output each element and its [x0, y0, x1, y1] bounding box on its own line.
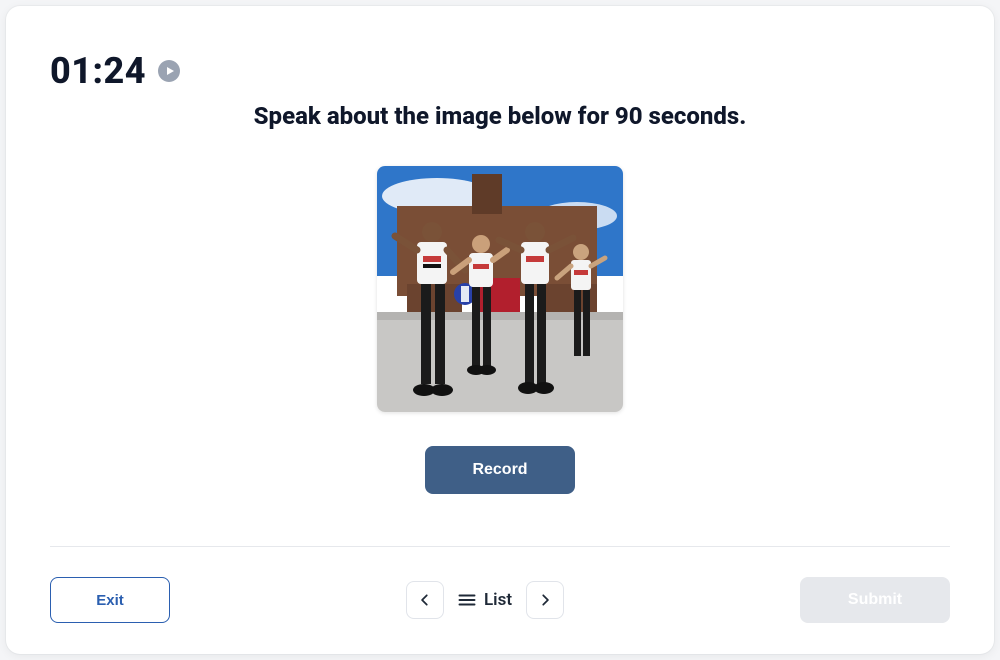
play-audio-button[interactable]: [158, 60, 180, 82]
exit-button[interactable]: Exit: [50, 577, 170, 623]
prompt-text: Speak about the image below for 90 secon…: [6, 102, 994, 130]
next-button[interactable]: [526, 581, 564, 619]
list-button[interactable]: List: [452, 590, 518, 610]
record-button[interactable]: Record: [425, 446, 575, 494]
exercise-card: 01:24 Speak about the image below for 90…: [6, 6, 994, 654]
play-icon: [167, 67, 174, 75]
chevron-right-icon: [538, 593, 552, 607]
list-label: List: [484, 590, 512, 610]
prompt-image: [377, 166, 623, 412]
timer-display: 01:24: [50, 50, 146, 92]
list-icon: [458, 593, 476, 607]
nav-group: List: [406, 581, 564, 619]
prev-button[interactable]: [406, 581, 444, 619]
chevron-left-icon: [418, 593, 432, 607]
footer-bar: Exit List Submit: [50, 576, 950, 624]
footer-divider: [50, 546, 950, 547]
timer-row: 01:24: [50, 50, 180, 92]
submit-button[interactable]: Submit: [800, 577, 950, 623]
